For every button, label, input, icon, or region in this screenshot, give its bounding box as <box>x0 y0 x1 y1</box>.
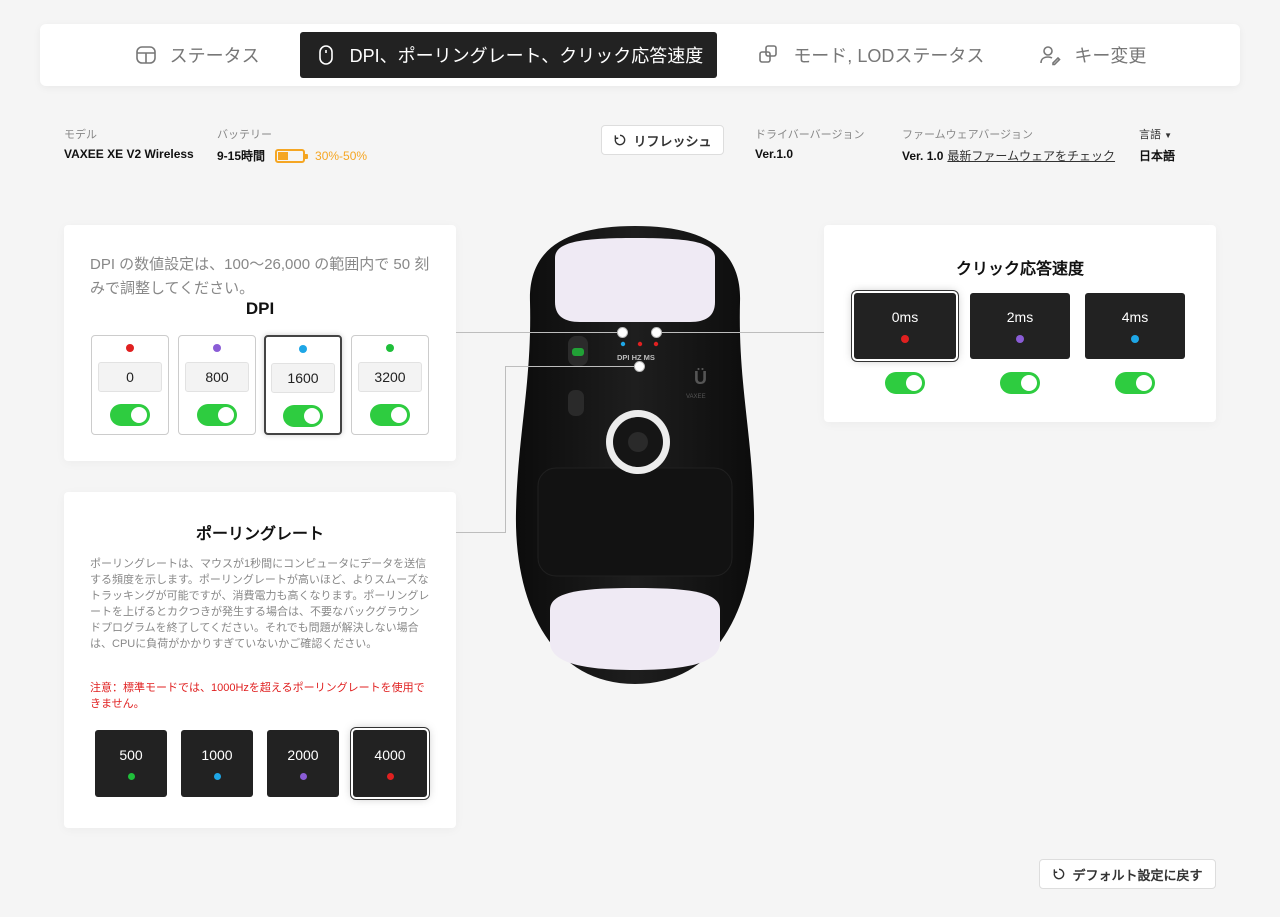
status-icon <box>135 46 156 64</box>
dpi-value-input[interactable]: 3200 <box>358 362 422 392</box>
click-option-label: 0ms <box>891 309 919 325</box>
dpi-value-input[interactable]: 800 <box>185 362 249 392</box>
tab-dpi-label: DPI、ポーリングレート、クリック応答速度 <box>349 46 704 66</box>
driver-value: Ver.1.0 <box>755 147 794 161</box>
click-option-4ms[interactable]: 4ms <box>1085 293 1185 359</box>
click-option-2ms[interactable]: 2ms <box>970 293 1070 359</box>
tab-mode-label: モード, LODステータス <box>793 46 985 66</box>
polling-color-dot <box>386 773 394 780</box>
model-label: モデル <box>64 129 97 141</box>
firmware-check-link[interactable]: 最新ファームウェアをチェック <box>947 147 1115 164</box>
reset-default-button[interactable]: デフォルト設定に戻す <box>1039 859 1216 889</box>
polling-color-dot <box>299 773 307 780</box>
polling-option-label: 4000 <box>374 747 406 763</box>
polling-option-label: 2000 <box>287 747 319 763</box>
dpi-connector-line <box>456 332 623 333</box>
brand-logo-icon: Ü <box>694 368 707 388</box>
reset-icon <box>1054 868 1065 880</box>
dpi-title: DPI <box>245 299 275 318</box>
polling-option-4000[interactable]: 4000 <box>351 728 429 799</box>
dpi-color-dot <box>126 344 134 352</box>
click-color-dot <box>1016 335 1024 343</box>
polling-warning: 注意：標準モードでは、1000Hzを超えるポーリングレートを使用できません。 <box>90 682 425 710</box>
click-toggle-0ms[interactable] <box>885 372 925 394</box>
language-label: 言語 <box>1139 129 1161 141</box>
polling-connector-horizontal <box>505 366 635 367</box>
tab-status-label: ステータス <box>169 46 260 66</box>
dpi-slot-1[interactable]: 0 <box>91 335 169 435</box>
reset-label: デフォルト設定に戻す <box>1072 867 1203 883</box>
polling-option-2000[interactable]: 2000 <box>267 730 339 797</box>
polling-title: ポーリングレート <box>195 526 324 543</box>
tab-mode-lod[interactable]: モード, LODステータス <box>743 32 998 78</box>
dpi-toggle[interactable] <box>197 404 237 426</box>
polling-option-1000[interactable]: 1000 <box>181 730 253 797</box>
dpi-value-input[interactable]: 1600 <box>271 363 335 393</box>
tab-dpi-polling-click[interactable]: DPI、ポーリングレート、クリック応答速度 <box>299 32 718 78</box>
driver-label: ドライバーバージョン <box>755 129 865 141</box>
polling-card: ポーリングレート ポーリングレートは、マウスが1秒間にコンピュータにデータを送信… <box>64 492 456 828</box>
firmware-info: ファームウェアバージョン Ver. 1.0 最新ファームウェアをチェック <box>902 126 1115 164</box>
driver-info: ドライバーバージョン Ver.1.0 <box>755 126 864 161</box>
dpi-color-dot <box>299 345 307 353</box>
firmware-label: ファームウェアバージョン <box>902 129 1034 141</box>
language-value: 日本語 <box>1139 149 1176 163</box>
dpi-toggle[interactable] <box>283 405 323 427</box>
model-info: モデル VAXEE XE V2 Wireless <box>64 126 194 161</box>
top-nav: ステータス DPI、ポーリングレート、クリック応答速度 モード, LODステータ… <box>40 24 1240 86</box>
polling-connector-vertical <box>505 366 506 533</box>
dpi-toggle[interactable] <box>110 404 150 426</box>
language-selector[interactable]: 言語 ▼ 日本語 <box>1139 126 1175 164</box>
battery-label: バッテリー <box>217 129 272 141</box>
click-option-0ms[interactable]: 0ms <box>852 291 958 361</box>
refresh-button[interactable]: リフレッシュ <box>601 125 724 155</box>
refresh-label: リフレッシュ <box>633 133 712 149</box>
polling-option-500[interactable]: 500 <box>95 730 167 797</box>
mode-icon <box>759 45 778 63</box>
firmware-value: Ver. 1.0 <box>902 148 944 163</box>
click-toggle-4ms[interactable] <box>1115 372 1155 394</box>
dpi-card: DPI の数値設定は、100～26,000 の範囲内で 50 刻みで調整してくだ… <box>64 225 456 461</box>
battery-hours: 9-15時間 <box>217 149 266 163</box>
polling-color-dot <box>213 773 221 780</box>
tab-key-label: キー変更 <box>1074 46 1147 66</box>
dpi-slot-3[interactable]: 1600 <box>264 335 342 435</box>
battery-range: 30%-50% <box>315 148 368 163</box>
click-connector-line <box>657 332 824 333</box>
user-edit-icon <box>1040 46 1061 66</box>
polling-option-label: 1000 <box>201 747 233 763</box>
dpi-description: DPI の数値設定は、100～26,000 の範囲内で 50 刻みで調整してくだ… <box>90 256 430 297</box>
polling-color-dot <box>127 773 135 780</box>
polling-option-label: 500 <box>119 747 143 763</box>
dpi-color-dot <box>386 344 394 352</box>
refresh-icon <box>615 134 626 146</box>
mouse-bottom-illustration: DPI HZ MS Ü VAXEE <box>515 226 755 684</box>
dpi-value-input[interactable]: 0 <box>98 362 162 392</box>
dpi-anchor-ring <box>617 327 628 338</box>
polling-description: ポーリングレートは、マウスが1秒間にコンピュータにデータを送信する頻度を示します… <box>90 558 430 650</box>
click-response-title: クリック応答速度 <box>955 261 1084 278</box>
dpi-slot-2[interactable]: 800 <box>178 335 256 435</box>
dpi-slot-4[interactable]: 3200 <box>351 335 429 435</box>
brand-name: VAXEE <box>686 394 706 400</box>
mouse-icon <box>318 45 333 65</box>
battery-info: バッテリー 9-15時間 30%-50% <box>217 126 367 164</box>
polling-connector-line <box>456 532 506 533</box>
click-option-label: 4ms <box>1121 309 1149 325</box>
model-value: VAXEE XE V2 Wireless <box>64 147 194 161</box>
click-color-dot <box>901 335 909 343</box>
battery-icon <box>275 148 309 163</box>
tab-status[interactable]: ステータス <box>120 32 274 78</box>
ms-anchor-ring <box>651 327 662 338</box>
caret-down-icon: ▼ <box>1164 131 1172 140</box>
tab-key-remap[interactable]: キー変更 <box>1024 32 1160 78</box>
click-response-card: クリック応答速度 0ms 2ms 4ms <box>824 225 1216 422</box>
click-option-label: 2ms <box>1006 309 1034 325</box>
dpi-color-dot <box>213 344 221 352</box>
hz-anchor-ring <box>634 361 645 372</box>
click-toggle-2ms[interactable] <box>1000 372 1040 394</box>
dpi-toggle[interactable] <box>370 404 410 426</box>
click-color-dot <box>1131 335 1139 343</box>
